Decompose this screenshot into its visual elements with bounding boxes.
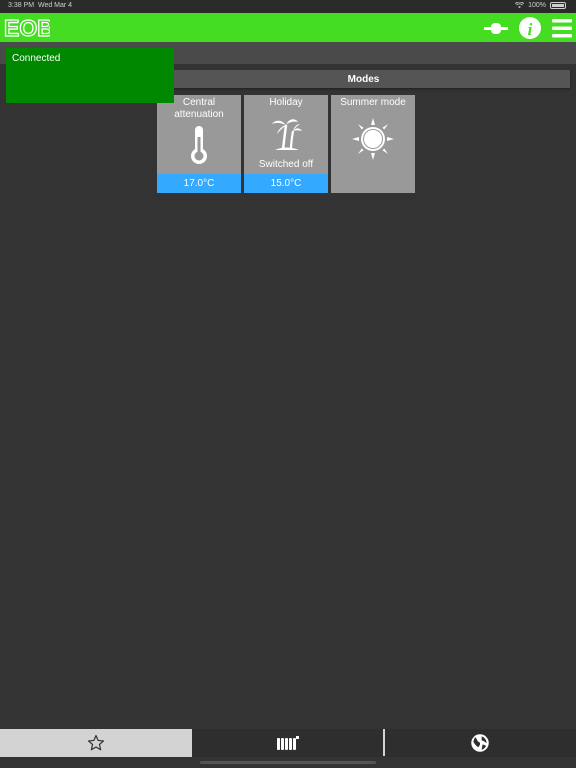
palm-trees-icon	[272, 119, 302, 150]
tab-divider	[383, 729, 385, 756]
tab-heating[interactable]	[192, 729, 384, 757]
thermometer-icon	[191, 126, 207, 164]
tile-title: Summer mode	[340, 97, 406, 108]
radiator-icon	[277, 736, 299, 750]
connector-icon[interactable]	[484, 16, 508, 40]
tab-global[interactable]	[384, 729, 576, 757]
battery-percent: 100%	[528, 2, 546, 9]
home-indicator	[200, 761, 376, 764]
status-date-text: Wed Mar 4	[37, 2, 73, 9]
summer-mode-tile[interactable]: Summer mode	[331, 95, 415, 193]
tile-value-text: 17.0°C	[183, 178, 215, 189]
connection-toast: Connected	[6, 48, 174, 103]
star-icon	[87, 734, 105, 751]
modes-section-title: Modes	[157, 70, 570, 88]
globe-icon	[471, 734, 489, 752]
tile-title: Holiday	[269, 97, 303, 108]
central-attenuation-tile[interactable]: Central attenuation 17.0°C	[157, 95, 241, 193]
modes-title-text: Modes	[347, 73, 380, 85]
bottom-navigation	[0, 729, 576, 757]
eob-logo: EOB	[4, 15, 50, 40]
wifi-icon	[515, 2, 525, 9]
info-icon[interactable]: i	[518, 16, 542, 40]
tab-favorites[interactable]	[0, 729, 192, 757]
status-bar: 3:38 PM Wed Mar 4 100%	[0, 0, 576, 13]
holiday-tile[interactable]: Holiday Switched off 15.0°C	[244, 95, 328, 193]
sun-icon	[352, 118, 394, 160]
status-right: 100%	[515, 2, 566, 9]
status-time-text: 3:38 PM	[8, 2, 35, 9]
battery-icon	[550, 2, 566, 9]
toast-text: Connected	[12, 53, 61, 64]
tile-value: 15.0°C	[244, 174, 328, 193]
status-time: 3:38 PM Wed Mar 4	[8, 2, 72, 9]
app-header: EOB i	[0, 13, 576, 42]
logo-text: EOB	[4, 15, 50, 40]
hamburger-menu-icon[interactable]	[550, 16, 574, 40]
tile-value: 17.0°C	[157, 174, 241, 193]
svg-text:i: i	[528, 20, 533, 39]
tile-status: Switched off	[258, 159, 314, 170]
tile-value-text: 15.0°C	[270, 178, 302, 189]
